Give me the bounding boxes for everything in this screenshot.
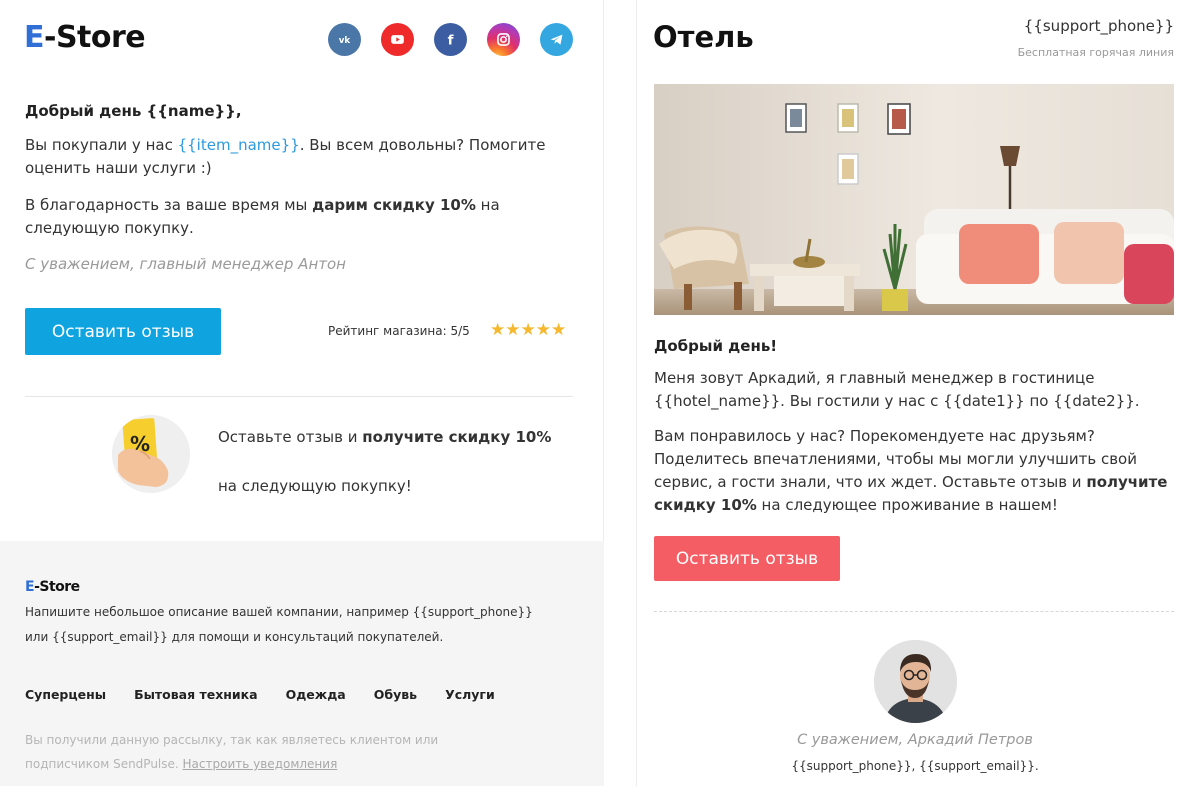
manager-avatar [874,640,957,723]
support-contacts: {{support_phone}}, {{support_email}}. [791,759,1039,773]
rating-stars: ★★★★★ [490,320,567,340]
dashed-divider [654,611,1174,612]
footer-nav-shoes[interactable]: Обувь [374,687,417,702]
greeting: Добрый день {{name}}, [25,102,242,120]
estore-email: E-Store vk f Добрый день {{name}}, Вы по… [0,0,604,786]
store-rating-label: Рейтинг магазина: 5/5 [328,324,470,338]
leave-review-button[interactable]: Оставить отзыв [25,308,221,355]
hotel-title: Отель [653,20,754,54]
estore-logo[interactable]: E-Store [24,20,146,55]
footer-nav-services[interactable]: Услуги [445,687,495,702]
discount-card-icon: % [112,415,190,493]
svg-text:vk: vk [339,36,351,46]
hotline-label: Бесплатная горячая линия [1017,46,1174,59]
support-phone[interactable]: {{support_phone}} [1024,17,1174,35]
promo-subtext: на следующую покупку! [218,477,412,495]
hotel-email: Отель {{support_phone}} Бесплатная горяч… [636,0,1200,786]
manager-signature: С уважением, главный менеджер Антон [25,255,346,273]
intro-paragraph: Меня зовут Аркадий, я главный менеджер в… [654,369,1140,410]
footer-nav: Суперцены Бытовая техника Одежда Обувь У… [25,687,523,702]
instagram-icon[interactable] [487,23,520,56]
footer-nav-appliances[interactable]: Бытовая техника [134,687,258,702]
youtube-icon[interactable] [381,23,414,56]
facebook-icon[interactable]: f [434,23,467,56]
estore-footer: E-Store Напишите небольшое описание ваше… [0,541,604,786]
hotel-greeting: Добрый день! [654,337,778,355]
footer-nav-superprices[interactable]: Суперцены [25,687,106,702]
item-name-var: {{item_name}} [177,136,300,154]
svg-text:f: f [448,34,454,49]
divider [25,396,573,397]
discount-paragraph: В благодарность за ваше время мы дарим с… [25,196,500,237]
vk-icon[interactable]: vk [328,23,361,56]
hotel-room-image [654,84,1174,315]
promo-text: Оставьте отзыв и получите скидку 10% [218,428,552,446]
hotel-review-button[interactable]: Оставить отзыв [654,536,840,581]
company-description: Напишите небольшое описание вашей компан… [25,605,533,644]
social-links: vk f [328,23,573,56]
notification-settings-link[interactable]: Настроить уведомления [183,757,338,771]
footer-nav-clothing[interactable]: Одежда [286,687,346,702]
review-paragraph: Вам понравилось у нас? Порекомендуете на… [654,427,1168,514]
unsubscribe-note: Вы получили данную рассылку, так как явл… [25,733,439,771]
purchase-paragraph: Вы покупали у нас {{item_name}}. Вы всем… [25,136,546,177]
footer-logo: E-Store [25,579,80,595]
manager-signature-hotel: С уважением, Аркадий Петров [797,732,1033,748]
telegram-icon[interactable] [540,23,573,56]
